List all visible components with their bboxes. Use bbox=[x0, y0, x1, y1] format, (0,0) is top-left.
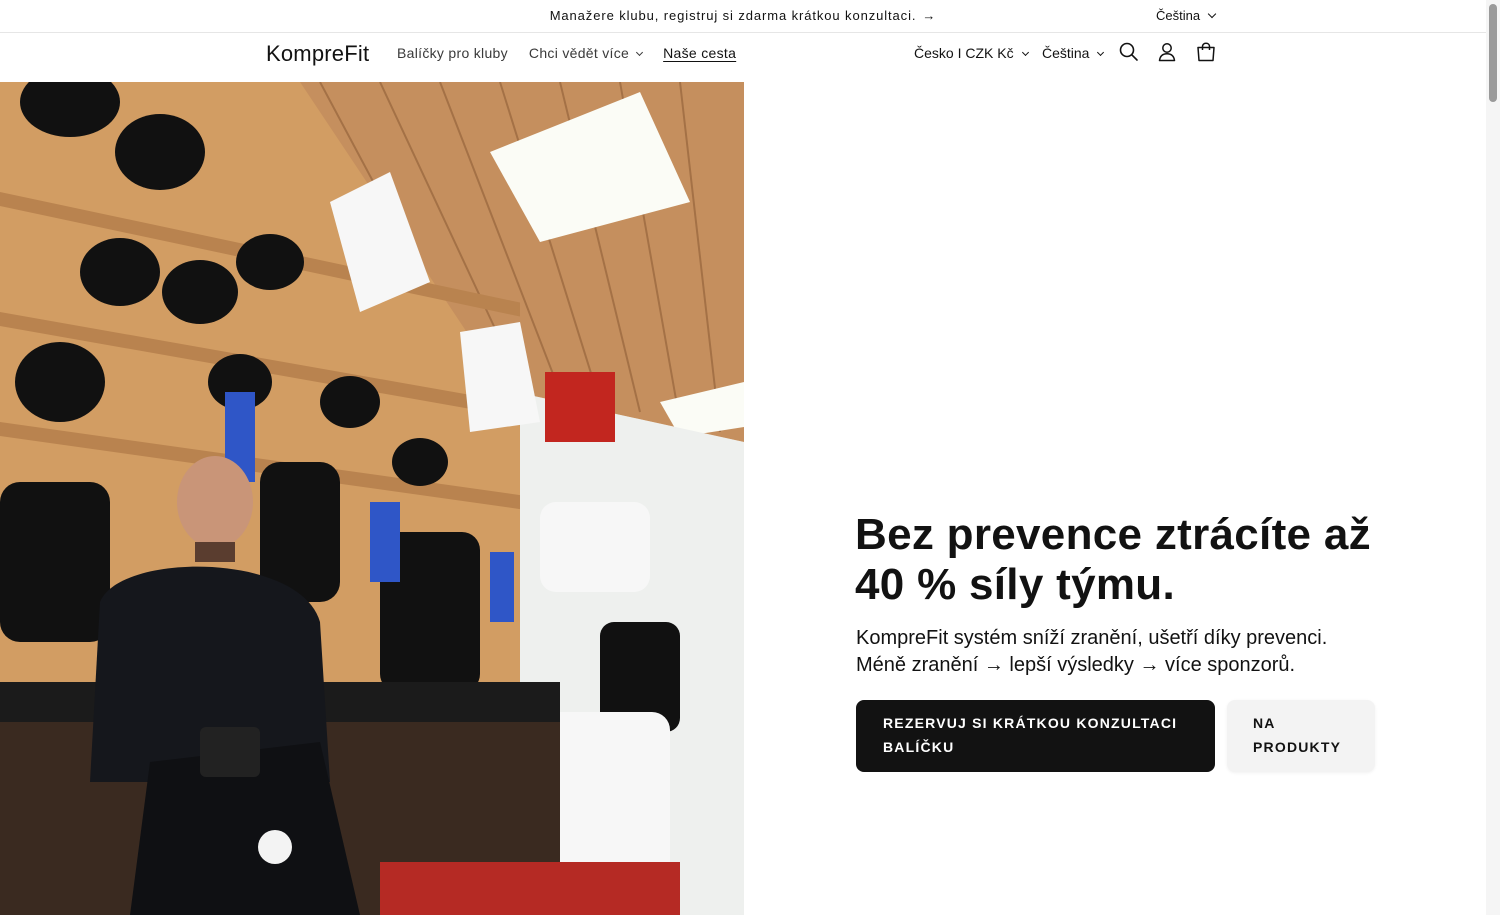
nav-item-learn-more[interactable]: Chci vědět více bbox=[528, 45, 644, 61]
announcement-text: Manažere klubu, registruj si zdarma krát… bbox=[549, 8, 917, 23]
site-header: KomprеFit Balíčky pro kluby Chci vědět v… bbox=[0, 33, 1486, 82]
announcement-language-label: Čeština bbox=[1156, 8, 1201, 23]
chevron-down-icon bbox=[636, 48, 644, 57]
account-button[interactable] bbox=[1156, 41, 1178, 63]
nav-item-learn-more-label: Chci vědět více bbox=[528, 45, 630, 61]
scrollbar-thumb[interactable] bbox=[1489, 4, 1497, 102]
site-logo[interactable]: KomprеFit bbox=[266, 41, 369, 67]
chevron-down-icon bbox=[1207, 9, 1217, 19]
country-currency-selector[interactable]: Česko I CZK Kč bbox=[914, 45, 1029, 61]
hero-subtitle-line-2: Méně zranění → lepší výsledky → více spo… bbox=[856, 654, 1296, 676]
language-label: Čeština bbox=[1042, 45, 1090, 61]
announcement-bar: Manažere klubu, registruj si zdarma krát… bbox=[0, 0, 1486, 33]
account-icon bbox=[1158, 43, 1176, 62]
language-selector[interactable]: Čeština bbox=[1042, 45, 1105, 61]
locker-room-photo bbox=[0, 82, 744, 915]
arrow-right-icon: → bbox=[922, 8, 937, 23]
main-nav: Balíčky pro kluby Chci vědět více Naše c… bbox=[397, 45, 757, 61]
cart-button[interactable] bbox=[1195, 41, 1217, 63]
announcement-language-selector[interactable]: Čeština bbox=[1156, 8, 1217, 23]
hero-subtitle-line-1: KompreFit systém sníží zranění, ušetří d… bbox=[856, 627, 1328, 649]
cart-icon bbox=[1197, 42, 1215, 62]
hero-image bbox=[0, 82, 744, 915]
nav-item-packages[interactable]: Balíčky pro kluby bbox=[397, 45, 508, 61]
book-consultation-button[interactable]: REZERVUJ SI KRÁTKOU KONZULTACI BALÍČKU bbox=[856, 700, 1215, 772]
nav-item-our-story[interactable]: Naše cesta bbox=[663, 45, 736, 61]
hero-subtitle: KompreFit systém sníží zranění, ušetří d… bbox=[856, 625, 1416, 679]
to-products-button[interactable]: NA PRODUKTY bbox=[1227, 700, 1375, 772]
country-currency-label: Česko I CZK Kč bbox=[914, 45, 1014, 61]
chevron-down-icon bbox=[1021, 48, 1029, 57]
search-button[interactable] bbox=[1118, 41, 1140, 63]
page-scrollbar[interactable] bbox=[1486, 0, 1500, 915]
announcement-link[interactable]: Manažere klubu, registruj si zdarma krát… bbox=[0, 8, 1486, 23]
chevron-down-icon bbox=[1097, 48, 1105, 57]
search-icon bbox=[1119, 42, 1138, 61]
hero-title: Bez prevence ztrácíte až 40 % síly týmu. bbox=[855, 510, 1371, 609]
